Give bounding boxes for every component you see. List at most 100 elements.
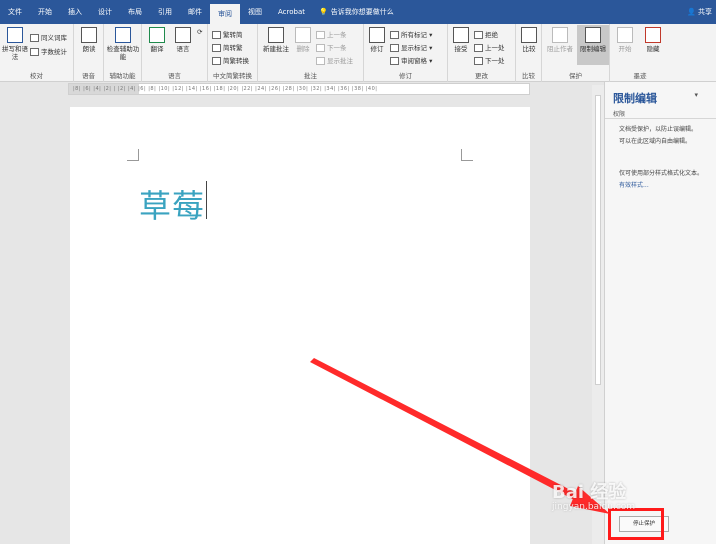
- translate-button[interactable]: 翻译: [144, 27, 170, 53]
- spelling-button[interactable]: 拼写和语法: [0, 27, 30, 61]
- horizontal-ruler[interactable]: |8| |6| |4| |2| | |2| |4| |6| |8| |10| |…: [68, 83, 530, 95]
- share-button[interactable]: 👤 共享: [687, 0, 712, 24]
- tab-acrobat[interactable]: Acrobat: [270, 0, 313, 24]
- start-inking-label: 开始: [618, 45, 632, 53]
- reviewing-pane-button[interactable]: 审阅窗格 ▾: [390, 55, 432, 65]
- simp-to-trad-button[interactable]: 简转繁: [212, 42, 243, 52]
- show-comments-label: 显示批注: [327, 57, 353, 65]
- tab-home[interactable]: 开始: [30, 0, 60, 24]
- hide-ink-icon: [645, 27, 661, 43]
- new-comment-button[interactable]: 新建批注: [260, 27, 292, 53]
- convert-button[interactable]: 简繁转换: [212, 55, 249, 65]
- tab-view[interactable]: 视图: [240, 0, 270, 24]
- group-label-chinese: 中文简繁转换: [213, 72, 252, 80]
- word-count-label: 字数统计: [41, 48, 67, 56]
- hide-ink-button[interactable]: 隐藏: [640, 27, 666, 53]
- check-accessibility-button[interactable]: 检查辅助功能: [106, 27, 140, 61]
- block-authors-button[interactable]: 阻止作者: [544, 27, 576, 53]
- start-inking-button[interactable]: 开始: [612, 27, 638, 53]
- highlight-box: [608, 508, 664, 540]
- delete-comment-icon: [295, 27, 311, 43]
- restrict-editing-label: 限制编辑: [580, 45, 606, 53]
- pen-icon: [617, 27, 633, 43]
- simp-to-trad-label: 简转繁: [223, 44, 243, 52]
- language-button[interactable]: 语言: [170, 27, 196, 53]
- check-accessibility-label: 检查辅助功能: [106, 45, 140, 61]
- group-proofing: 拼写和语法 同义词库 字数统计 校对: [0, 24, 74, 82]
- group-comments: 新建批注 删除 上一条 下一条 显示批注 批注: [258, 24, 364, 82]
- tab-file[interactable]: 文件: [0, 0, 30, 24]
- show-markup-button[interactable]: 显示标记 ▾: [390, 42, 432, 52]
- group-label-speech: 语音: [82, 72, 95, 80]
- pane-title: 限制编辑: [613, 92, 657, 105]
- baidu-watermark: Bai 经验: [552, 482, 627, 503]
- next-comment-button[interactable]: 下一条: [316, 42, 347, 52]
- convert-label: 简繁转换: [223, 57, 249, 65]
- compare-label: 比较: [522, 45, 536, 53]
- accept-icon: [453, 27, 469, 43]
- compare-icon: [521, 27, 537, 43]
- restrict-editing-button[interactable]: 限制编辑: [577, 25, 609, 65]
- translate-label: 翻译: [150, 45, 164, 53]
- translate-icon: [149, 27, 165, 43]
- document-text[interactable]: 草莓: [139, 181, 208, 227]
- tab-references[interactable]: 引用: [150, 0, 180, 24]
- document-page[interactable]: 草莓: [70, 107, 530, 544]
- available-styles-link[interactable]: 有效样式...: [619, 180, 715, 191]
- pane-text-protected: 文档受保护，以防止误编辑。: [619, 126, 698, 133]
- trad-to-simp-button[interactable]: 繁转简: [212, 29, 243, 39]
- group-ink: 开始 隐藏 墨迹: [610, 24, 670, 82]
- block-authors-icon: [552, 27, 568, 43]
- thesaurus-button[interactable]: 同义词库: [30, 32, 67, 42]
- hide-ink-label: 隐藏: [646, 45, 660, 53]
- show-comments-button[interactable]: 显示批注: [316, 55, 353, 65]
- restrict-editing-icon: [585, 27, 601, 43]
- accept-button[interactable]: 接受: [450, 27, 472, 53]
- block-authors-label: 阻止作者: [547, 45, 573, 53]
- accept-label: 接受: [454, 45, 468, 53]
- tab-review[interactable]: 审阅: [210, 4, 240, 24]
- person-icon: 👤: [687, 8, 696, 16]
- delete-comment-button[interactable]: 删除: [292, 27, 314, 53]
- scrollbar-thumb[interactable]: [595, 95, 601, 385]
- prev-change-icon: [474, 44, 483, 52]
- prev-change-button[interactable]: 上一处: [474, 42, 505, 52]
- share-label: 共享: [698, 8, 712, 16]
- new-comment-label: 新建批注: [263, 45, 289, 53]
- group-changes: 接受 拒绝 上一处 下一处 更改: [448, 24, 516, 82]
- next-change-button[interactable]: 下一处: [474, 55, 505, 65]
- word-count-button[interactable]: 字数统计: [30, 46, 67, 56]
- group-speech: 朗读 语音: [74, 24, 104, 82]
- group-tracking: 修订 所有标记 ▾ 显示标记 ▾ 审阅窗格 ▾ 修订: [364, 24, 448, 82]
- group-label-ink: 墨迹: [633, 72, 647, 80]
- tab-design[interactable]: 设计: [90, 0, 120, 24]
- ruler-numbers: |8| |6| |4| |2| | |2| |4| |6| |8| |10| |…: [73, 86, 378, 92]
- language-extra-icon[interactable]: ⟳: [197, 28, 202, 36]
- group-language: 翻译 语言 ⟳ 语言: [142, 24, 208, 82]
- group-label-proofing: 校对: [30, 72, 43, 80]
- group-label-language: 语言: [168, 72, 181, 80]
- tab-layout[interactable]: 布局: [120, 0, 150, 24]
- show-comments-icon: [316, 57, 325, 65]
- markup-dropdown[interactable]: 所有标记 ▾: [390, 29, 432, 39]
- trad-to-simp-label: 繁转简: [223, 31, 243, 39]
- vertical-scrollbar[interactable]: [592, 85, 604, 544]
- pane-options-icon[interactable]: ▾: [694, 91, 698, 99]
- read-aloud-button[interactable]: 朗读: [78, 27, 100, 53]
- thesaurus-label: 同义词库: [41, 34, 67, 42]
- simp-trad-icon: [212, 44, 221, 52]
- tell-me-text: 告诉我你想要做什么: [330, 8, 394, 16]
- spelling-label: 拼写和语法: [2, 45, 28, 61]
- group-chinese-conversion: 繁转简 简转繁 简繁转换 中文简繁转换: [208, 24, 258, 82]
- track-changes-button[interactable]: 修订: [366, 27, 388, 53]
- reject-button[interactable]: 拒绝: [474, 29, 498, 39]
- pane-subtitle: 权限: [613, 111, 626, 118]
- convert-icon: [212, 57, 221, 65]
- tab-mailings[interactable]: 邮件: [180, 0, 210, 24]
- compare-button[interactable]: 比较: [518, 27, 540, 53]
- accessibility-icon: [115, 27, 131, 43]
- tab-insert[interactable]: 插入: [60, 0, 90, 24]
- text-cursor: [206, 181, 208, 219]
- tell-me-box[interactable]: 💡 告诉我你想要做什么: [319, 7, 394, 17]
- prev-comment-button[interactable]: 上一条: [316, 29, 347, 39]
